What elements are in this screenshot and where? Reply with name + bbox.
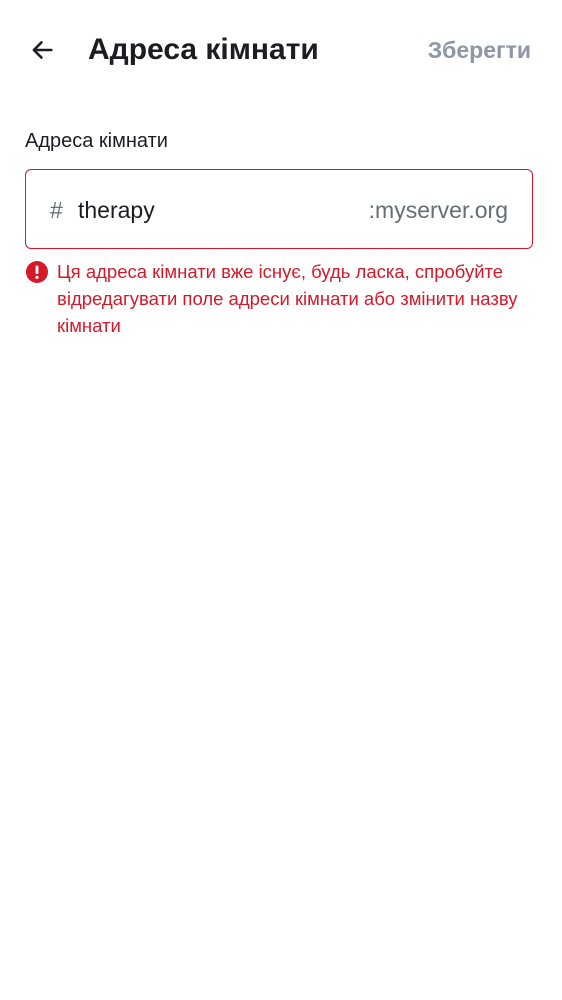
address-field-label: Адреса кімнати [25,130,168,152]
page-title: Адреса кімнати [88,33,319,66]
server-suffix: :myserver.org [368,197,508,223]
room-alias-input[interactable] [78,190,328,230]
error-circle-icon [26,261,48,283]
arrow-left-icon [32,41,53,59]
save-button[interactable]: Зберегти [428,32,531,68]
app-bar: Адреса кімнати Зберегти [0,0,562,100]
error-message: Ця адреса кімнати вже існує, будь ласка,… [57,261,518,336]
hash-prefix: # [50,197,63,223]
back-button[interactable] [22,30,62,70]
room-address-field: # :myserver.org [25,169,533,249]
